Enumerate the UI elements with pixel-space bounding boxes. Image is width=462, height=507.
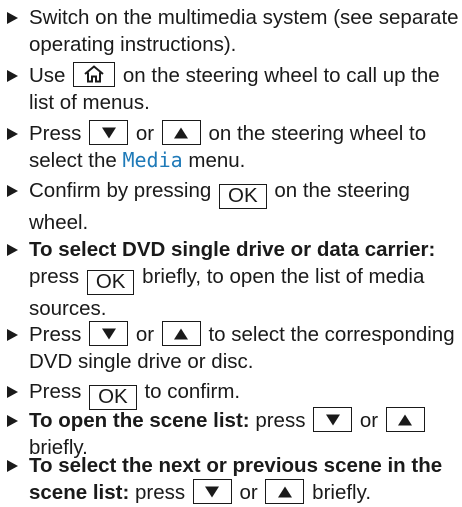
step-text-part: Use xyxy=(29,64,66,87)
step-text: Use on the steering wheel to call up the… xyxy=(29,62,459,117)
bullet-arrow-icon xyxy=(7,70,18,82)
up-key xyxy=(161,120,201,145)
bullet-arrow-icon xyxy=(7,12,18,24)
home-key xyxy=(73,62,116,87)
up-triangle-icon xyxy=(277,486,292,498)
down-triangle-icon xyxy=(205,486,220,498)
list-item: To select the next or previous scene in … xyxy=(7,452,459,507)
up-triangle-icon xyxy=(174,127,189,138)
step-text: Switch on the multimedia system (see sep… xyxy=(29,6,459,57)
step-text-part: Press xyxy=(29,122,82,145)
step-text: Press or on the steering wheel to select… xyxy=(29,120,459,175)
step-text-part: Confirm by pressing xyxy=(29,179,212,202)
step-text-part: or xyxy=(359,409,379,432)
step-text-part: press xyxy=(255,409,306,432)
ok-key: OK xyxy=(86,270,135,296)
step-text: Press OK to confirm. xyxy=(29,378,459,410)
list-item: Switch on the multimedia system (see sep… xyxy=(7,4,459,59)
down-key xyxy=(192,479,232,505)
up-key xyxy=(161,321,201,346)
bullet-arrow-icon xyxy=(7,185,18,197)
up-key xyxy=(385,407,425,432)
list-item: Press or on the steering wheel to select… xyxy=(7,120,459,175)
bullet-arrow-icon xyxy=(7,415,18,427)
step-text-part: or xyxy=(239,481,258,505)
step-text-part: to confirm. xyxy=(144,380,241,403)
down-key xyxy=(89,321,129,346)
step-heading: To select DVD single drive or data carri… xyxy=(29,238,436,261)
step-text: To select the next or previous scene in … xyxy=(29,452,459,507)
bullet-arrow-icon xyxy=(7,128,18,140)
list-item: Press or to select the corresponding DVD… xyxy=(7,321,459,376)
step-text-part: press xyxy=(134,481,186,505)
down-triangle-icon xyxy=(325,414,340,425)
bullet-arrow-icon xyxy=(7,460,18,472)
menu-name: Media xyxy=(122,148,183,173)
step-text-part: menu. xyxy=(188,149,246,173)
down-key xyxy=(313,407,353,432)
step-heading: To select the next or previous scene in … xyxy=(29,454,443,505)
bullet-arrow-icon xyxy=(7,386,18,398)
bullet-arrow-icon xyxy=(7,244,18,256)
down-triangle-icon xyxy=(101,127,116,138)
list-item: Use on the steering wheel to call up the… xyxy=(7,62,459,117)
list-item: Press OK to confirm. xyxy=(7,378,459,410)
step-text-part: or xyxy=(135,122,155,145)
up-key xyxy=(265,479,305,505)
step-text: Confirm by pressing OK on the steering w… xyxy=(29,177,459,236)
list-item: Confirm by pressing OK on the steering w… xyxy=(7,177,459,236)
up-triangle-icon xyxy=(398,414,413,425)
step-text-part: or xyxy=(135,323,155,346)
ok-key: OK xyxy=(219,184,267,209)
step-text: To select DVD single drive or data carri… xyxy=(29,236,459,323)
list-item: To select DVD single drive or data carri… xyxy=(7,236,459,323)
step-text-part: Press xyxy=(29,323,82,346)
step-text: Press or to select the corresponding DVD… xyxy=(29,321,459,376)
down-triangle-icon xyxy=(101,328,116,339)
down-key xyxy=(89,120,129,145)
bullet-arrow-icon xyxy=(7,329,18,341)
home-icon xyxy=(84,65,104,83)
step-text-part: press xyxy=(29,265,80,289)
up-triangle-icon xyxy=(174,328,189,339)
step-heading: To open the scene list: xyxy=(29,409,250,432)
step-text-part: Press xyxy=(29,380,82,403)
step-text-part: briefly. xyxy=(312,481,372,505)
